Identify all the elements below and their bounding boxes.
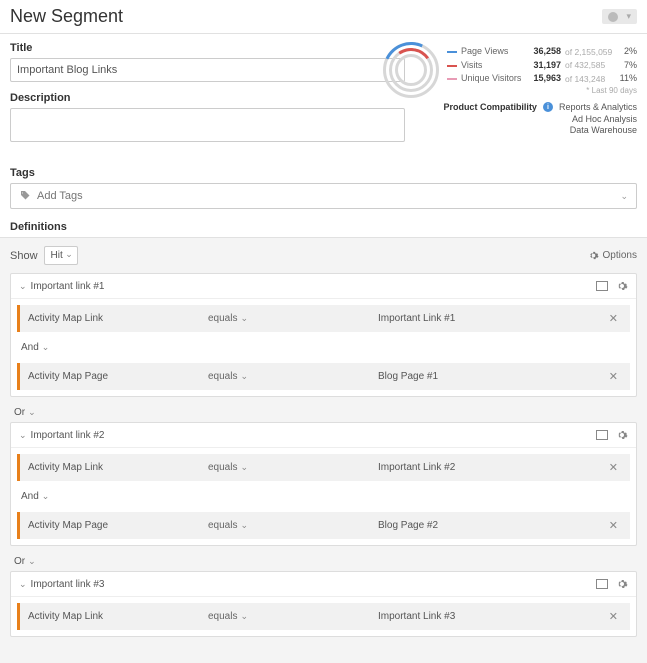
gear-icon [588,250,599,261]
tag-icon [19,190,31,202]
tags-input[interactable] [37,190,614,202]
remove-rule-button[interactable]: ✕ [605,461,622,474]
rule-dimension: Activity Map Page [28,520,208,531]
tags-label: Tags [0,163,647,183]
container-name: Important link #1 [31,281,105,292]
rule-row[interactable]: Activity Map Pageequals ⌄Blog Page #1✕ [17,363,630,390]
segment-container: ⌄Important link #1Activity Map Linkequal… [10,273,637,397]
rule-dimension: Activity Map Link [28,611,208,622]
rule-dimension: Activity Map Link [28,462,208,473]
rule-dimension: Activity Map Page [28,371,208,382]
logic-operator[interactable]: Or ⌄ [10,552,637,571]
rule-row[interactable]: Activity Map Linkequals ⌄Important Link … [17,454,630,481]
segment-container: ⌄ Important link #3 Activity Map Linkequal… [10,571,637,637]
tags-input-wrap[interactable]: ⌄ [10,183,637,209]
description-label: Description [10,92,405,104]
rule-operator[interactable]: equals ⌄ [208,313,378,324]
show-label: Show [10,250,38,262]
exclude-icon[interactable] [596,579,608,589]
rule-row[interactable]: Activity Map Pageequals ⌄Blog Page #2✕ [17,512,630,539]
title-input[interactable] [10,58,405,82]
chevron-down-icon[interactable]: ⌄ [19,579,27,590]
remove-rule-button[interactable]: ✕ [605,312,622,325]
remove-rule-button[interactable]: ✕ [605,610,622,623]
rule-operator[interactable]: equals ⌄ [208,371,378,382]
compat-list: Reports & Analytics Ad Hoc Analysis Data… [559,102,637,137]
gear-icon[interactable] [616,578,628,590]
remove-rule-button[interactable]: ✕ [605,519,622,532]
rule-value[interactable]: Blog Page #2 [378,520,605,531]
segment-container: ⌄Important link #2Activity Map Linkequal… [10,422,637,546]
rule-dimension: Activity Map Link [28,313,208,324]
chevron-down-icon[interactable]: ⌄ [620,191,628,202]
gear-icon[interactable] [616,280,628,292]
definitions-label: Definitions [0,217,647,237]
exclude-icon[interactable] [596,281,608,291]
compat-label: Product Compatibility [443,102,537,112]
rule-row[interactable]: Activity Map Linkequals ⌄Important Link … [17,603,630,630]
remove-rule-button[interactable]: ✕ [605,370,622,383]
user-menu[interactable]: ▾ [602,9,637,24]
logic-operator[interactable]: And ⌄ [11,338,636,357]
rule-value[interactable]: Blog Page #1 [378,371,605,382]
rule-row[interactable]: Activity Map Linkequals ⌄Important Link … [17,305,630,332]
options-menu[interactable]: Options [588,250,637,261]
chevron-down-icon[interactable]: ⌄ [19,430,27,441]
description-input[interactable] [10,108,405,142]
rule-operator[interactable]: equals ⌄ [208,462,378,473]
rule-value[interactable]: Important Link #2 [378,462,605,473]
rule-operator[interactable]: equals ⌄ [208,611,378,622]
chevron-down-icon[interactable]: ⌄ [19,281,27,292]
gear-icon[interactable] [616,429,628,441]
container-name: Important link #3 [31,579,105,590]
metrics-donut-chart [383,42,439,98]
rule-value[interactable]: Important Link #1 [378,313,605,324]
rule-value[interactable]: Important Link #3 [378,611,605,622]
info-icon[interactable]: i [543,102,553,112]
logic-operator[interactable]: Or ⌄ [10,403,637,422]
show-level-select[interactable]: Hit [44,246,78,265]
logic-operator[interactable]: And ⌄ [11,487,636,506]
title-label: Title [10,42,405,54]
container-name: Important link #2 [31,430,105,441]
metrics-table: Page Views36,258of 2,155,0592% Visits31,… [447,45,637,95]
exclude-icon[interactable] [596,430,608,440]
metrics-note: * Last 90 days [447,86,637,95]
rule-operator[interactable]: equals ⌄ [208,520,378,531]
page-title: New Segment [10,6,123,27]
